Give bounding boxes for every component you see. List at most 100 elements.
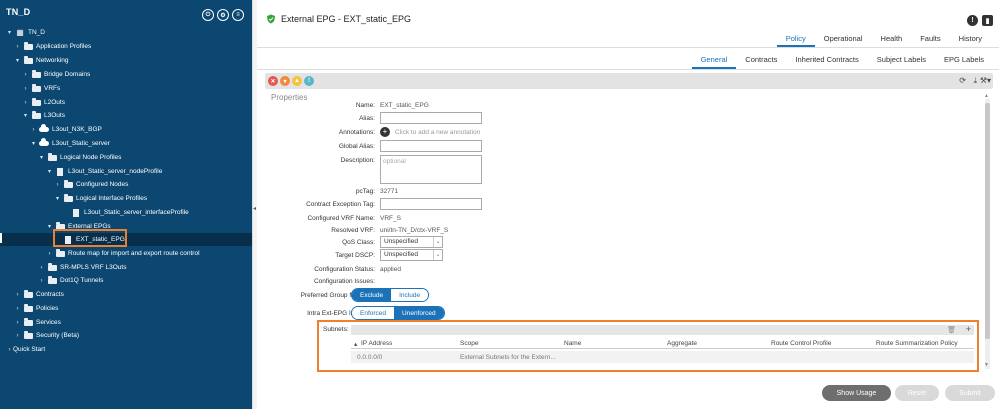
tree-item-logical-interface-profiles[interactable]: ▾ Logical Interface Profiles (0, 192, 252, 205)
tree-item-configured-nodes[interactable]: › Configured Nodes (0, 178, 252, 191)
qos-class-select[interactable]: Unspecified ⌄ (380, 236, 443, 248)
documentation-icon[interactable]: ▮ (982, 15, 993, 26)
chevron-right-icon[interactable]: › (14, 44, 21, 50)
column-header[interactable]: Name (564, 340, 581, 347)
tree-item-l2outs[interactable]: › L2Outs (0, 96, 252, 109)
scroll-down-icon[interactable]: ▼ (984, 362, 989, 368)
tree-item-services[interactable]: › Services (0, 316, 252, 329)
tab-faults[interactable]: Faults (911, 31, 949, 47)
chevron-right-icon[interactable]: › (38, 265, 45, 271)
tree-item-sr-mpls-vrf-l3outs[interactable]: › SR-MPLS VRF L3Outs (0, 261, 252, 274)
exclude-option[interactable]: Exclude (352, 289, 392, 301)
chevron-right-icon[interactable]: › (46, 251, 53, 257)
table-row[interactable]: 0.0.0.0/0 External Subnets for the Exter… (351, 351, 974, 363)
tab-history[interactable]: History (950, 31, 991, 47)
global-alias-field[interactable] (380, 140, 482, 152)
tree-item-dot1q-tunnels[interactable]: › Dot1Q Tunnels (0, 274, 252, 287)
tree-item-l3out-static-server[interactable]: ▾ L3out_Static_server (0, 137, 252, 150)
contract-exception-tag-field[interactable] (380, 198, 482, 210)
chevron-down-icon[interactable]: ▾ (6, 29, 13, 36)
download-icon[interactable]: ⤓ (973, 76, 977, 86)
chevron-down-icon[interactable]: ▾ (14, 57, 21, 64)
chevron-down-icon[interactable]: ▾ (54, 195, 61, 202)
chevron-right-icon[interactable]: › (14, 333, 21, 339)
scrollbar-thumb[interactable] (985, 103, 990, 339)
tab-subject-labels[interactable]: Subject Labels (868, 52, 935, 69)
tree-item-logical-node-profiles[interactable]: ▾ Logical Node Profiles (0, 151, 252, 164)
column-header[interactable]: Aggregate (667, 340, 697, 347)
chevron-down-icon[interactable]: ▾ (46, 168, 53, 175)
include-option[interactable]: Include (391, 289, 429, 301)
cloud-icon (39, 124, 49, 132)
chevron-down-icon[interactable]: ▾ (30, 140, 37, 147)
scrollbar[interactable] (985, 99, 990, 369)
tab-operational[interactable]: Operational (815, 31, 872, 47)
collapse-arrow-icon[interactable]: ◂ (253, 205, 256, 212)
chevron-right-icon[interactable]: › (14, 306, 21, 312)
tree-item-bridge-domains[interactable]: › Bridge Domains (0, 68, 252, 81)
column-header[interactable]: Route Control Profile (771, 340, 831, 347)
help-icon[interactable]: ! (967, 15, 978, 26)
add-annotation-icon[interactable]: + (380, 127, 390, 137)
refresh-icon[interactable]: ⟳ (959, 76, 966, 85)
tree-item-l3out-n3k-bgp[interactable]: › L3out_N3K_BGP (0, 123, 252, 136)
tree-item-networking[interactable]: ▾ Networking (0, 54, 252, 67)
tab-contracts[interactable]: Contracts (736, 52, 786, 69)
tree-item-node-profile[interactable]: ▾ L3out_Static_server_nodeProfile (0, 165, 252, 178)
tree-item-external-epgs[interactable]: ▾ External EPGs (0, 220, 252, 233)
critical-fault-icon[interactable]: ✕ (268, 76, 278, 86)
tab-general[interactable]: General (691, 52, 737, 69)
tab-epg-labels[interactable]: EPG Labels (935, 52, 993, 69)
minor-fault-icon[interactable]: ▲ (292, 76, 302, 86)
submit-button[interactable]: Submit (945, 385, 995, 401)
show-usage-button[interactable]: Show Usage (822, 385, 891, 401)
chevron-right-icon[interactable]: › (38, 278, 45, 284)
column-header[interactable]: Scope (460, 340, 478, 347)
tags-icon[interactable]: ≡ (232, 9, 244, 21)
tree-item-contracts[interactable]: › Contracts (0, 288, 252, 301)
chevron-right-icon[interactable]: › (54, 182, 61, 188)
enforced-option[interactable]: Enforced (352, 307, 395, 319)
tools-menu-icon[interactable]: ⚒▾ (980, 76, 991, 85)
column-header[interactable]: Route Summarization Policy (876, 340, 958, 347)
folder-icon (47, 275, 57, 284)
tools-icon[interactable]: ⚙ (217, 9, 229, 21)
tree-item-application-profiles[interactable]: › Application Profiles (0, 40, 252, 53)
add-icon[interactable]: + (966, 324, 971, 334)
chevron-right-icon[interactable]: › (22, 100, 29, 106)
power-icon[interactable]: ⏻ (202, 9, 214, 21)
tree-item-interface-profile[interactable]: L3out_Static_server_interfaceProfile (0, 206, 252, 219)
unenforced-option[interactable]: Unenforced (394, 307, 444, 319)
tab-health[interactable]: Health (872, 31, 912, 47)
chevron-right-icon[interactable]: › (30, 127, 37, 133)
chevron-right-icon[interactable]: › (22, 86, 29, 92)
chevron-right-icon[interactable]: › (14, 320, 21, 326)
chevron-right-icon[interactable]: › (22, 72, 29, 78)
delete-icon[interactable]: 🗑 (947, 326, 956, 334)
tree-item-security[interactable]: › Security (Beta) (0, 329, 252, 342)
tab-inherited-contracts[interactable]: Inherited Contracts (786, 52, 867, 69)
warning-fault-icon[interactable]: ! (304, 76, 314, 86)
chevron-right-icon[interactable]: › (14, 292, 21, 298)
tree-item-tenant[interactable]: ▾ ▦ TN_D (0, 26, 252, 39)
tree-item-quick-start[interactable]: › Quick Start (0, 343, 252, 356)
add-annotation-link[interactable]: Click to add a new annotation (395, 129, 480, 136)
chevron-down-icon[interactable]: ▾ (46, 223, 53, 230)
chevron-right-icon[interactable]: › (6, 347, 13, 353)
column-header[interactable]: IP Address (361, 340, 392, 347)
description-field[interactable]: optional (380, 155, 482, 184)
chevron-down-icon[interactable]: ▾ (22, 112, 29, 119)
chevron-down-icon[interactable]: ▾ (38, 154, 45, 161)
reset-button[interactable]: Reset (895, 385, 939, 401)
tab-policy[interactable]: Policy (776, 31, 815, 47)
tree-item-policies[interactable]: › Policies (0, 302, 252, 315)
sort-icon[interactable]: ▴ (354, 340, 357, 348)
major-fault-icon[interactable]: ▾ (280, 76, 290, 86)
tree-item-ext-static-epg[interactable]: EXT_static_EPG (0, 233, 252, 246)
tree-item-vrfs[interactable]: › VRFs (0, 82, 252, 95)
page-title: External EPG - EXT_static_EPG (281, 14, 412, 24)
tree-item-l3outs[interactable]: ▾ L3Outs (0, 109, 252, 122)
target-dscp-select[interactable]: Unspecified ⌄ (380, 249, 443, 261)
alias-field[interactable] (380, 112, 482, 124)
tree-item-route-map[interactable]: › Route map for import and export route c… (0, 247, 252, 260)
